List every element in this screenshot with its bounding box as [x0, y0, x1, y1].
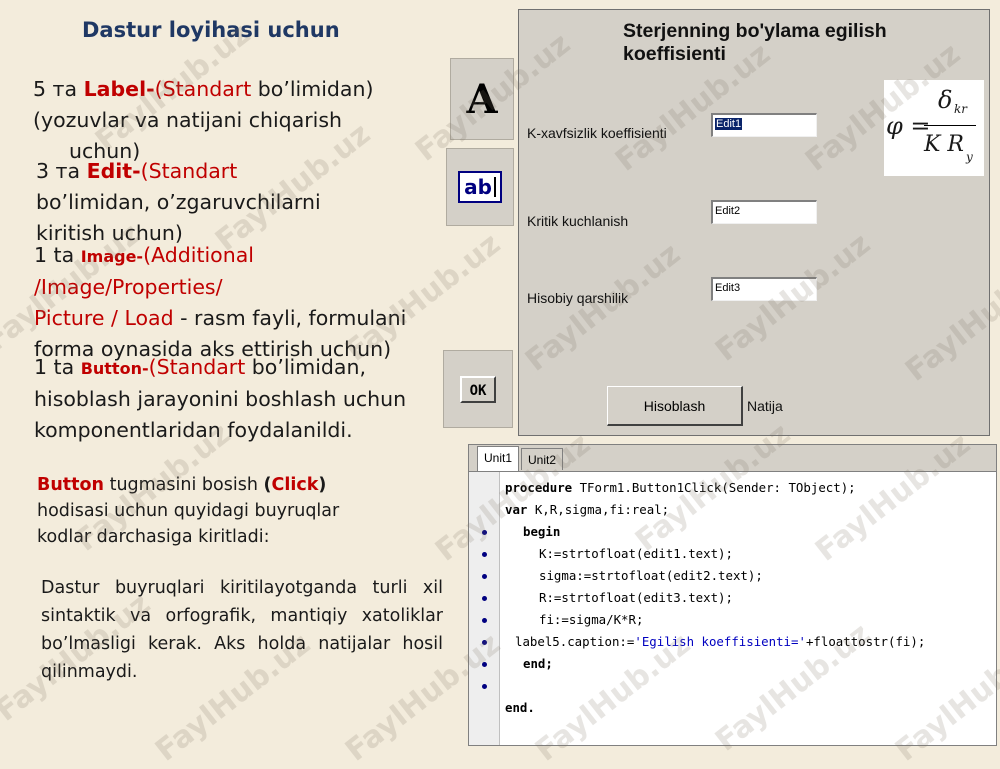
edit1-field[interactable]: Edit1: [711, 113, 817, 137]
button-count: 1 ta: [34, 355, 81, 379]
code-text: K,R,sigma,fi:real;: [527, 502, 670, 517]
code-text: ;: [545, 656, 553, 671]
label-line2: (yozuvlar va natijani chiqarish: [33, 108, 343, 132]
edit-line2: bo’limidan, o’zgaruvchilarni: [36, 190, 321, 214]
image-additional-word: Additional: [151, 243, 254, 267]
ok-icon-glyph: OK: [469, 382, 487, 399]
label-safety-factor: K-xavfsizlik koeffisienti: [527, 125, 667, 141]
slide-title: Dastur loyihasi uchun: [82, 18, 340, 42]
button-component-name: Button-: [80, 359, 149, 378]
edit-palette-icon: ab: [446, 148, 514, 226]
code-line[interactable]: end.: [505, 700, 535, 715]
click-line3: kodlar darchasiga kiritladi:: [37, 527, 270, 547]
edit1-text: Edit1: [715, 118, 743, 130]
breakpoint-dot-icon: [482, 530, 487, 535]
form-designer: Sterjenning bo'ylama egilish koeffisient…: [518, 9, 990, 436]
tab-unit1[interactable]: Unit1: [477, 446, 520, 471]
button-line3: komponentlaridan foydalanildi.: [34, 418, 353, 442]
image-path: /Image/Properties/: [34, 275, 223, 299]
label-open-paren: (: [154, 77, 163, 101]
click-rest: tugmasini bosish: [104, 475, 264, 495]
code-line[interactable]: end;: [523, 656, 553, 671]
code-line[interactable]: begin: [523, 524, 560, 539]
code-keyword: end: [523, 656, 546, 671]
image-component-name: Image-: [80, 247, 144, 266]
code-line[interactable]: sigma:=strtofloat(edit2.text);: [539, 568, 763, 583]
formula-fraction-bar: [924, 125, 976, 126]
label-critical-stress: Kritik kuchlanish: [527, 213, 629, 229]
label-count: 5 та: [33, 77, 84, 101]
code-line[interactable]: R:=strtofloat(edit3.text);: [539, 590, 733, 605]
natija-label: Natija: [747, 398, 783, 414]
button-rest: bo’limidan,: [245, 355, 366, 379]
formula-denominator-sub: y: [966, 150, 973, 164]
image-rest: - rasm fayli, formulani: [173, 306, 407, 330]
click-description: Button tugmasini bosish (Click) hodisasi…: [37, 472, 437, 550]
edit-component-name: Edit-: [86, 159, 141, 183]
click-button-word: Button: [37, 475, 105, 495]
code-line[interactable]: fi:=sigma/K*R;: [539, 612, 643, 627]
edit-standart-word: Standart: [148, 159, 238, 183]
label-palette-icon: A: [450, 58, 514, 140]
hisoblash-button[interactable]: Hisoblash: [607, 386, 743, 426]
code-line[interactable]: var K,R,sigma,fi:real;: [505, 502, 669, 517]
code-editor: Unit1 Unit2 procedure TForm1.Button1Clic…: [468, 444, 997, 746]
button-palette-icon: OK: [443, 350, 513, 428]
breakpoint-dot-icon: [482, 662, 487, 667]
image-open-paren: (: [143, 243, 152, 267]
formula-image: φ = δ kr K R y: [884, 80, 984, 176]
edit-open-paren: (: [140, 159, 149, 183]
click-word: Click: [271, 475, 319, 495]
image-picture-load: Picture / Load: [34, 306, 174, 330]
label-standart-word: Standart: [162, 77, 252, 101]
label-component-name: Label-: [83, 77, 155, 101]
code-text: TForm1.Button1Click(Sender: TObject);: [572, 480, 856, 495]
code-keyword: procedure: [505, 480, 573, 495]
button-line2: hisoblash jarayonini boshlash uchun: [34, 387, 407, 411]
edit-count: 3 та: [36, 159, 87, 183]
click-line2: hodisasi uchun quyidagi buyruqlar: [37, 501, 340, 521]
code-text: label5.caption:=: [515, 634, 635, 649]
edit2-field[interactable]: Edit2: [711, 200, 817, 224]
formula-denominator: K R: [924, 132, 964, 157]
code-line[interactable]: procedure TForm1.Button1Click(Sender: TO…: [505, 480, 856, 495]
code-string: 'Egilish koeffisienti=': [634, 634, 806, 649]
formula-numerator: δ: [938, 86, 953, 114]
formula-numerator-sub: kr: [954, 102, 968, 116]
label-description: 5 та Label-(Standart bo’limidan) (yozuvl…: [33, 74, 453, 167]
edit-icon-glyph: ab: [464, 175, 492, 199]
code-keyword: var: [505, 502, 528, 517]
code-text: +floattostr(fi);: [805, 634, 926, 649]
code-keyword: end: [505, 700, 528, 715]
editor-gutter: [469, 472, 500, 745]
note-paragraph: Dastur buyruqlari kiritilayotganda turli…: [41, 578, 443, 682]
breakpoint-dot-icon: [482, 684, 487, 689]
button-open-paren: (: [148, 355, 157, 379]
label-rest: bo’limidan): [251, 77, 374, 101]
code-text: .: [527, 700, 535, 715]
code-line[interactable]: K:=strtofloat(edit1.text);: [539, 546, 733, 561]
breakpoint-dot-icon: [482, 640, 487, 645]
click-close-paren: ): [318, 475, 327, 495]
form-title: Sterjenning bo'ylama egilish koeffisient…: [623, 20, 887, 65]
label-design-resistance: Hisobiy qarshilik: [527, 290, 629, 306]
breakpoint-dot-icon: [482, 552, 487, 557]
breakpoint-dot-icon: [482, 596, 487, 601]
text-cursor-icon: [493, 177, 496, 197]
breakpoint-dot-icon: [482, 618, 487, 623]
edit3-field[interactable]: Edit3: [711, 277, 817, 301]
breakpoint-dot-icon: [482, 574, 487, 579]
tab-unit2[interactable]: Unit2: [521, 448, 564, 470]
edit-description: 3 та Edit-(Standart bo’limidan, o’zgaruv…: [36, 156, 436, 249]
editor-tabs: Unit1 Unit2: [469, 445, 996, 472]
label-icon-glyph: A: [466, 75, 498, 123]
image-description: 1 ta Image-(Additional /Image/Properties…: [34, 240, 474, 365]
code-line[interactable]: label5.caption:='Egilish koeffisienti='+…: [515, 634, 925, 649]
button-description: 1 ta Button-(Standart bo’limidan, hisobl…: [34, 352, 454, 446]
image-count: 1 ta: [34, 243, 81, 267]
hisoblash-label: Hisoblash: [643, 397, 706, 414]
button-standart-word: Standart: [156, 355, 246, 379]
code-keyword: begin: [523, 524, 561, 539]
